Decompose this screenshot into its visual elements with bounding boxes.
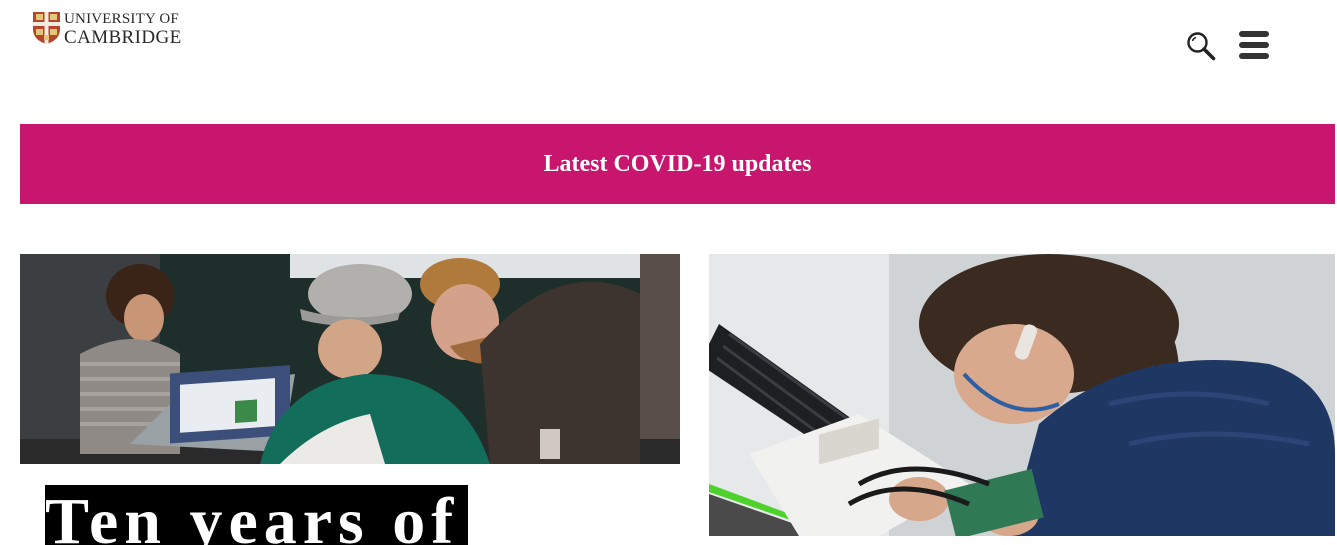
logo-line-cambridge: CAMBRIDGE	[64, 27, 182, 48]
university-logo-link[interactable]: UNIVERSITY OF CAMBRIDGE	[33, 12, 182, 47]
site-header: UNIVERSITY OF CAMBRIDGE	[0, 0, 1337, 124]
search-button[interactable]	[1186, 31, 1216, 61]
student-soldering-photo[interactable]	[709, 254, 1335, 536]
menu-button[interactable]	[1238, 30, 1270, 60]
students-with-laptop-photo[interactable]	[20, 254, 680, 464]
student-soldering-image	[709, 254, 1335, 536]
logo-line-university-of: UNIVERSITY OF	[64, 11, 179, 27]
students-with-laptop-image	[20, 254, 680, 464]
search-icon	[1187, 32, 1216, 61]
feature-headline: Ten years of	[45, 485, 460, 545]
covid-updates-banner[interactable]: Latest COVID-19 updates	[20, 124, 1335, 204]
logo-text: UNIVERSITY OF CAMBRIDGE	[64, 11, 182, 48]
hamburger-menu-icon	[1239, 31, 1269, 59]
covid-updates-label: Latest COVID-19 updates	[543, 150, 812, 177]
feature-headline-box[interactable]: Ten years of	[45, 485, 468, 545]
cambridge-crest-icon	[33, 12, 60, 44]
